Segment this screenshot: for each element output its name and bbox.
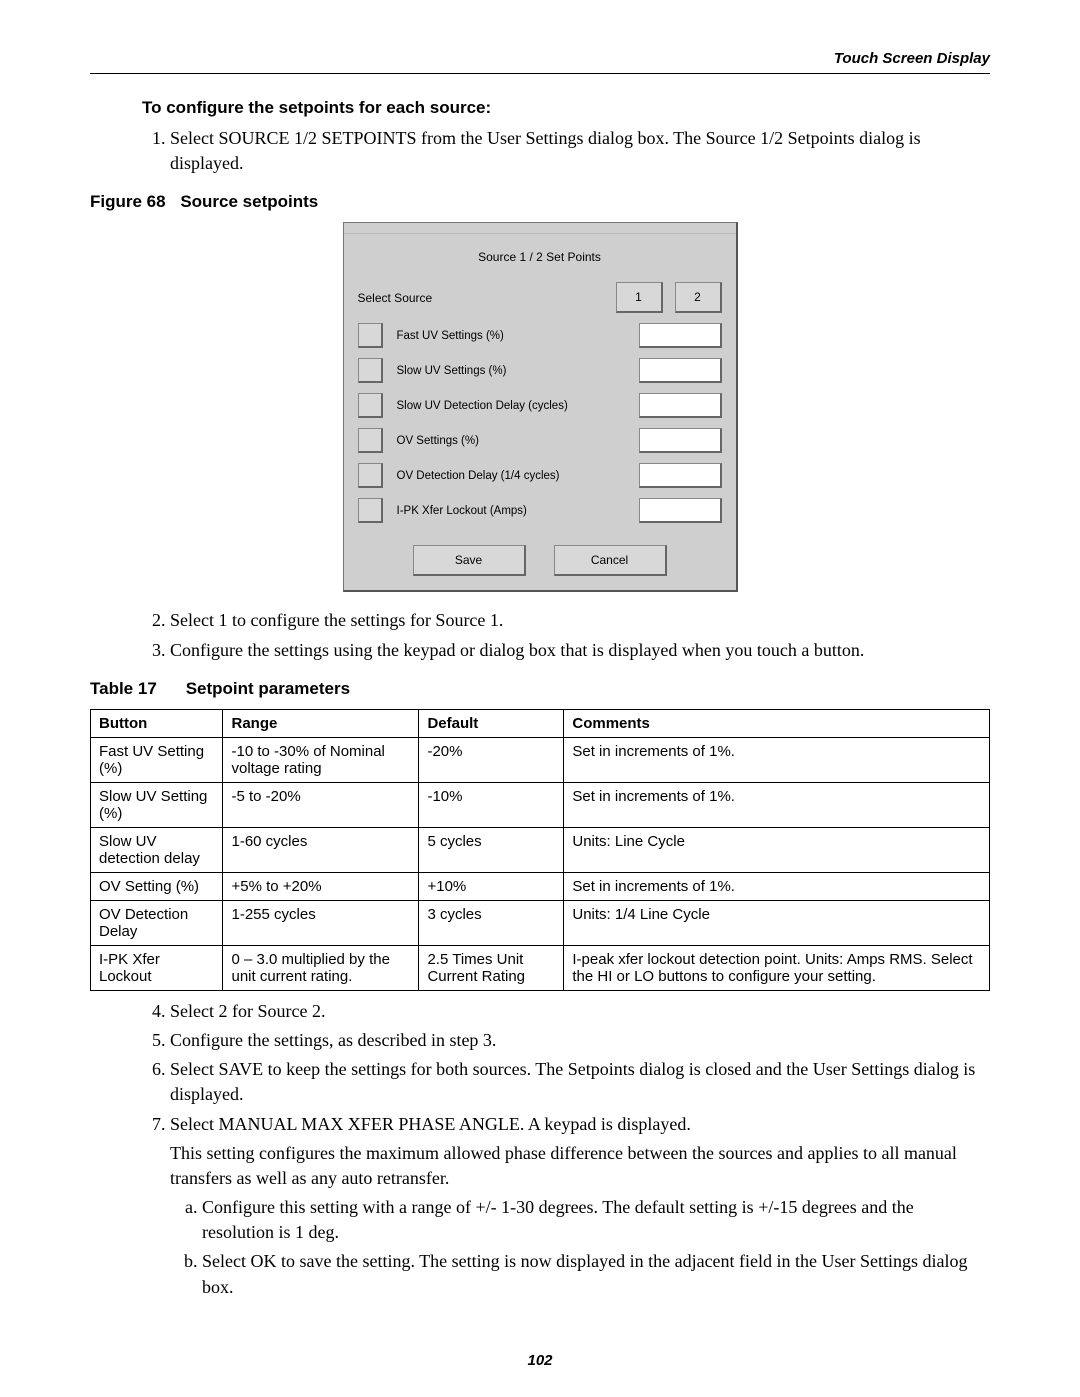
td: Set in increments of 1%. <box>564 872 990 900</box>
td: Units: 1/4 Line Cycle <box>564 900 990 945</box>
source-2-button[interactable]: 2 <box>675 282 722 313</box>
td: 3 cycles <box>419 900 564 945</box>
page-number: 102 <box>0 1352 1080 1369</box>
th-range: Range <box>223 709 419 737</box>
td: Set in increments of 1%. <box>564 782 990 827</box>
figure-number: Figure 68 <box>90 192 166 211</box>
step-7: Select MANUAL MAX XFER PHASE ANGLE. A ke… <box>170 1112 990 1300</box>
figure-caption: Figure 68 Source setpoints <box>90 192 990 212</box>
td: -5 to -20% <box>223 782 419 827</box>
field-label-ipk: I-PK Xfer Lockout (Amps) <box>397 505 639 517</box>
td: Slow UV detection delay <box>91 827 223 872</box>
figure-title: Source setpoints <box>180 192 318 211</box>
field-label-slow-uv-delay: Slow UV Detection Delay (cycles) <box>397 400 639 412</box>
step-list-bottom: Select 2 for Source 2. Configure the set… <box>142 999 990 1300</box>
step-2: Select 1 to configure the settings for S… <box>170 608 990 633</box>
table-number: Table 17 <box>90 679 157 698</box>
table-row: Slow UV detection delay 1-60 cycles 5 cy… <box>91 827 990 872</box>
field-input-slow-uv-delay[interactable] <box>639 393 722 418</box>
table-row: OV Detection Delay 1-255 cycles 3 cycles… <box>91 900 990 945</box>
step-list-mid: Select 1 to configure the settings for S… <box>142 608 990 662</box>
td: OV Setting (%) <box>91 872 223 900</box>
td: 1-60 cycles <box>223 827 419 872</box>
field-indicator <box>358 428 383 453</box>
td: 5 cycles <box>419 827 564 872</box>
td: Set in increments of 1%. <box>564 737 990 782</box>
field-indicator <box>358 393 383 418</box>
step-7b: Select OK to save the setting. The setti… <box>202 1249 990 1299</box>
td: -10% <box>419 782 564 827</box>
th-comments: Comments <box>564 709 990 737</box>
cancel-button[interactable]: Cancel <box>554 545 667 576</box>
source-1-button[interactable]: 1 <box>616 282 663 313</box>
field-input-ipk[interactable] <box>639 498 722 523</box>
th-default: Default <box>419 709 564 737</box>
field-label-slow-uv: Slow UV Settings (%) <box>397 365 639 377</box>
field-input-ov[interactable] <box>639 428 722 453</box>
field-input-slow-uv[interactable] <box>639 358 722 383</box>
td: 1-255 cycles <box>223 900 419 945</box>
step-1: Select SOURCE 1/2 SETPOINTS from the Use… <box>170 126 990 176</box>
td: +5% to +20% <box>223 872 419 900</box>
td: -10 to -30% of Nominal voltage rating <box>223 737 419 782</box>
dialog-title: Source 1 / 2 Set Points <box>358 250 722 264</box>
step-7-sublist: Configure this setting with a range of +… <box>170 1195 990 1300</box>
table-row: OV Setting (%) +5% to +20% +10% Set in i… <box>91 872 990 900</box>
section-heading-configure: To configure the setpoints for each sour… <box>142 98 990 118</box>
page-header-right: Touch Screen Display <box>90 50 990 74</box>
field-input-ov-delay[interactable] <box>639 463 722 488</box>
table-row: I-PK Xfer Lockout 0 – 3.0 multiplied by … <box>91 945 990 990</box>
td: I-PK Xfer Lockout <box>91 945 223 990</box>
step-7-para: This setting configures the maximum allo… <box>170 1141 990 1191</box>
select-source-label: Select Source <box>358 291 604 305</box>
field-label-fast-uv: Fast UV Settings (%) <box>397 330 639 342</box>
step-6: Select SAVE to keep the settings for bot… <box>170 1057 990 1107</box>
table-row: Slow UV Setting (%) -5 to -20% -10% Set … <box>91 782 990 827</box>
save-button[interactable]: Save <box>413 545 526 576</box>
td: Slow UV Setting (%) <box>91 782 223 827</box>
setpoints-dialog: Source 1 / 2 Set Points Select Source 1 … <box>343 222 738 592</box>
td: -20% <box>419 737 564 782</box>
figure-dialog-wrap: Source 1 / 2 Set Points Select Source 1 … <box>90 222 990 592</box>
table-caption: Table 17 Setpoint parameters <box>90 679 990 699</box>
step-7a: Configure this setting with a range of +… <box>202 1195 990 1245</box>
step-3: Configure the settings using the keypad … <box>170 638 990 663</box>
td: 2.5 Times Unit Current Rating <box>419 945 564 990</box>
table-title: Setpoint parameters <box>186 679 350 698</box>
dialog-title-bar <box>344 223 736 234</box>
step-5: Configure the settings, as described in … <box>170 1028 990 1053</box>
th-button: Button <box>91 709 223 737</box>
td: Fast UV Setting (%) <box>91 737 223 782</box>
table-header-row: Button Range Default Comments <box>91 709 990 737</box>
td: Units: Line Cycle <box>564 827 990 872</box>
step-list-top: Select SOURCE 1/2 SETPOINTS from the Use… <box>142 126 990 176</box>
setpoint-parameters-table: Button Range Default Comments Fast UV Se… <box>90 709 990 991</box>
field-input-fast-uv[interactable] <box>639 323 722 348</box>
field-indicator <box>358 323 383 348</box>
td: +10% <box>419 872 564 900</box>
step-4: Select 2 for Source 2. <box>170 999 990 1024</box>
table-row: Fast UV Setting (%) -10 to -30% of Nomin… <box>91 737 990 782</box>
step-7-text: Select MANUAL MAX XFER PHASE ANGLE. A ke… <box>170 1114 691 1134</box>
td: I-peak xfer lockout detection point. Uni… <box>564 945 990 990</box>
td: OV Detection Delay <box>91 900 223 945</box>
field-label-ov-delay: OV Detection Delay (1/4 cycles) <box>397 470 639 482</box>
field-indicator <box>358 463 383 488</box>
field-label-ov: OV Settings (%) <box>397 435 639 447</box>
field-indicator <box>358 498 383 523</box>
field-indicator <box>358 358 383 383</box>
td: 0 – 3.0 multiplied by the unit current r… <box>223 945 419 990</box>
